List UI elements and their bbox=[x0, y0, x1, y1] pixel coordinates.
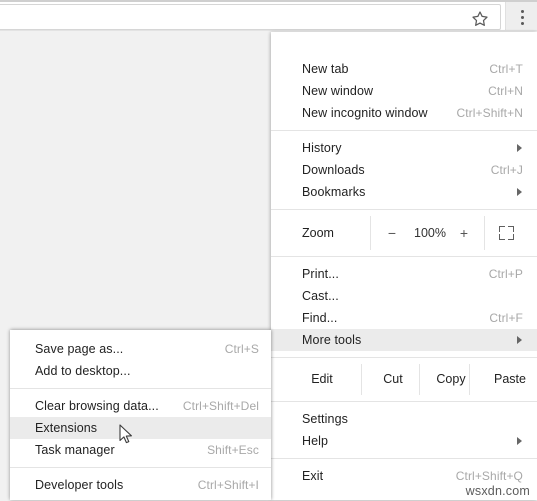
menu-item-shortcut: Ctrl+Shift+I bbox=[197, 478, 259, 492]
menu-item-label: Add to desktop... bbox=[35, 364, 131, 378]
zoom-in-button[interactable]: + bbox=[455, 216, 473, 250]
fullscreen-corner-tl bbox=[499, 226, 505, 232]
submenu-top-padding bbox=[10, 330, 271, 338]
menu-edit-row: Edit Cut Copy Paste bbox=[271, 364, 537, 395]
chrome-main-menu: New tab Ctrl+T New window Ctrl+N New inc… bbox=[271, 32, 537, 500]
menu-item-label: Clear browsing data... bbox=[35, 399, 159, 413]
menu-item-label: Help bbox=[302, 434, 329, 448]
zoom-row-divider-1 bbox=[370, 216, 371, 250]
menu-item-new-window[interactable]: New window Ctrl+N bbox=[271, 80, 537, 102]
chevron-right-icon bbox=[517, 437, 522, 445]
menu-separator bbox=[271, 256, 537, 257]
three-dot-menu-icon bbox=[521, 10, 524, 13]
menu-item-label: Exit bbox=[302, 469, 324, 483]
edit-row-divider-2 bbox=[419, 364, 420, 395]
menu-item-find[interactable]: Find... Ctrl+F bbox=[271, 307, 537, 329]
submenu-separator bbox=[10, 388, 271, 389]
menu-item-shortcut: Ctrl+Shift+N bbox=[456, 106, 523, 120]
menu-item-label: Settings bbox=[302, 412, 348, 426]
menu-item-new-tab[interactable]: New tab Ctrl+T bbox=[271, 58, 537, 80]
menu-item-label: New tab bbox=[302, 62, 349, 76]
menu-item-shortcut: Ctrl+P bbox=[488, 267, 523, 281]
menu-item-label: Cast... bbox=[302, 289, 339, 303]
paste-button[interactable]: Paste bbox=[483, 364, 537, 395]
menu-item-label: Extensions bbox=[35, 421, 98, 435]
menu-separator bbox=[271, 209, 537, 210]
submenu-item-task-manager[interactable]: Task manager Shift+Esc bbox=[10, 439, 271, 461]
chevron-right-icon bbox=[517, 188, 522, 196]
menu-item-shortcut: Shift+Esc bbox=[207, 443, 259, 457]
menu-item-label: New incognito window bbox=[302, 106, 428, 120]
menu-item-shortcut: Ctrl+N bbox=[488, 84, 523, 98]
menu-item-shortcut: Ctrl+T bbox=[489, 62, 523, 76]
menu-item-settings[interactable]: Settings bbox=[271, 408, 537, 430]
zoom-label: Zoom bbox=[302, 226, 334, 240]
menu-item-print[interactable]: Print... Ctrl+P bbox=[271, 263, 537, 285]
menu-item-shortcut: Ctrl+Shift+Del bbox=[182, 399, 259, 413]
menu-item-history[interactable]: History bbox=[271, 137, 537, 159]
bookmark-star-icon[interactable] bbox=[470, 9, 490, 29]
menu-top-padding bbox=[271, 32, 537, 58]
menu-zoom-row: Zoom − 100% + bbox=[271, 216, 537, 250]
edit-row-divider-3 bbox=[469, 364, 470, 395]
fullscreen-corner-bl bbox=[499, 234, 505, 240]
menu-item-shortcut: Ctrl+J bbox=[490, 163, 523, 177]
zoom-out-button[interactable]: − bbox=[383, 216, 401, 250]
menu-separator bbox=[271, 458, 537, 459]
menu-item-label: Find... bbox=[302, 311, 338, 325]
submenu-item-extensions[interactable]: Extensions bbox=[10, 417, 271, 439]
address-bar[interactable] bbox=[0, 4, 501, 30]
submenu-separator bbox=[10, 467, 271, 468]
edit-label: Edit bbox=[311, 372, 333, 386]
menu-item-label: New window bbox=[302, 84, 374, 98]
chrome-menu-button[interactable] bbox=[505, 2, 537, 32]
fullscreen-corner-tr bbox=[508, 226, 514, 232]
fullscreen-icon[interactable] bbox=[499, 226, 514, 240]
submenu-item-save-page-as[interactable]: Save page as... Ctrl+S bbox=[10, 338, 271, 360]
menu-item-shortcut: Ctrl+S bbox=[224, 342, 259, 356]
menu-item-label: Task manager bbox=[35, 443, 115, 457]
menu-item-help[interactable]: Help bbox=[271, 430, 537, 452]
three-dot-menu-icon-dot2 bbox=[521, 16, 524, 19]
copy-button[interactable]: Copy bbox=[423, 364, 479, 395]
menu-item-label: History bbox=[302, 141, 342, 155]
menu-separator bbox=[271, 357, 537, 358]
menu-item-bookmarks[interactable]: Bookmarks bbox=[271, 181, 537, 203]
menu-item-label: Save page as... bbox=[35, 342, 124, 356]
watermark: wsxdn.com bbox=[465, 484, 530, 498]
browser-toolbar bbox=[0, 0, 537, 32]
submenu-item-add-to-desktop[interactable]: Add to desktop... bbox=[10, 360, 271, 382]
menu-item-new-incognito-window[interactable]: New incognito window Ctrl+Shift+N bbox=[271, 102, 537, 124]
cut-button[interactable]: Cut bbox=[366, 364, 420, 395]
menu-separator bbox=[271, 401, 537, 402]
chevron-right-icon bbox=[517, 336, 522, 344]
menu-item-label: Print... bbox=[302, 267, 339, 281]
zoom-row-divider-2 bbox=[484, 216, 485, 250]
more-tools-submenu: Save page as... Ctrl+S Add to desktop...… bbox=[10, 330, 271, 500]
menu-item-label: Bookmarks bbox=[302, 185, 366, 199]
submenu-item-clear-browsing-data[interactable]: Clear browsing data... Ctrl+Shift+Del bbox=[10, 395, 271, 417]
menu-item-label: Developer tools bbox=[35, 478, 124, 492]
edit-row-divider-1 bbox=[361, 364, 362, 395]
menu-item-label: More tools bbox=[302, 333, 362, 347]
menu-item-cast[interactable]: Cast... bbox=[271, 285, 537, 307]
zoom-level-value: 100% bbox=[414, 226, 446, 240]
menu-item-downloads[interactable]: Downloads Ctrl+J bbox=[271, 159, 537, 181]
menu-separator bbox=[271, 130, 537, 131]
three-dot-menu-icon-dot3 bbox=[521, 22, 524, 25]
menu-item-shortcut: Ctrl+F bbox=[489, 311, 523, 325]
menu-item-label: Downloads bbox=[302, 163, 365, 177]
fullscreen-corner-br bbox=[508, 234, 514, 240]
menu-item-more-tools[interactable]: More tools bbox=[271, 329, 537, 351]
submenu-item-developer-tools[interactable]: Developer tools Ctrl+Shift+I bbox=[10, 474, 271, 496]
chevron-right-icon bbox=[517, 144, 522, 152]
